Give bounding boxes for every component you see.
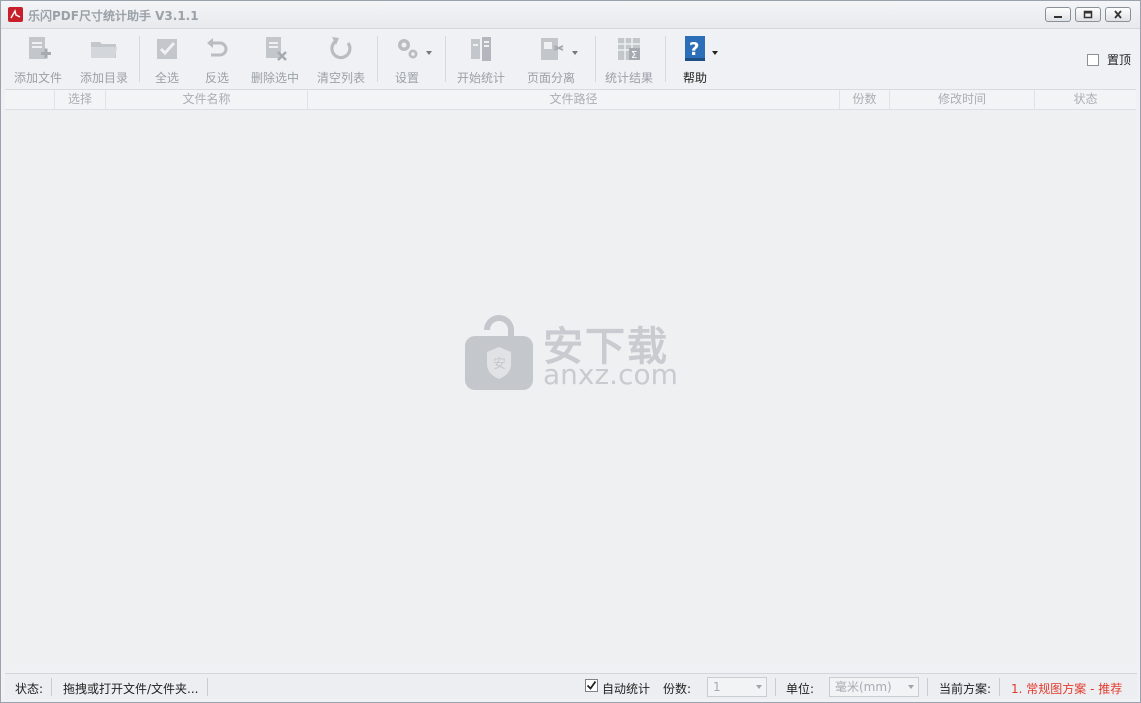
column-header-filename[interactable]: 文件名称 [106, 90, 308, 110]
auto-stats-checkbox[interactable] [585, 679, 598, 692]
minimize-button[interactable] [1045, 7, 1071, 22]
start-stats-icon [464, 32, 498, 66]
window-title: 乐闪PDF尺寸统计助手 V3.1.1 [28, 9, 199, 23]
topmost-label: 置顶 [1107, 53, 1132, 67]
column-header-copies[interactable]: 份数 [840, 90, 890, 110]
close-button[interactable] [1105, 7, 1131, 22]
maximize-icon [1083, 10, 1093, 19]
toolbar-separator [665, 36, 666, 82]
add-folder-button[interactable]: 添加目录 [75, 32, 133, 86]
invert-selection-icon [200, 32, 234, 66]
toolbar-separator [377, 36, 378, 82]
topmost-toggle[interactable]: 置顶 [1087, 51, 1131, 68]
scheme-label: 当前方案: [939, 682, 992, 696]
topmost-checkbox[interactable] [1087, 53, 1099, 66]
copies-value: 1 [713, 680, 721, 694]
stats-result-icon: Σ [612, 32, 646, 66]
status-separator [207, 678, 208, 696]
delete-selected-button[interactable]: 删除选中 [247, 32, 303, 86]
status-separator [51, 678, 52, 696]
chevron-down-icon [712, 51, 718, 55]
row-indicator-header [5, 90, 55, 110]
select-all-icon [150, 32, 184, 66]
column-header-modified-time[interactable]: 修改时间 [890, 90, 1035, 110]
chevron-down-icon [572, 51, 578, 55]
scheme-value-link[interactable]: 1. 常规图方案 - 推荐 [1011, 680, 1122, 697]
page-split-icon [534, 32, 578, 66]
clear-list-button[interactable]: 清空列表 [313, 32, 369, 86]
help-icon: ? [678, 32, 718, 66]
watermark-subtext: anxz.com [543, 358, 678, 391]
minimize-icon [1054, 15, 1062, 18]
status-label: 状态: [15, 682, 44, 696]
settings-button[interactable]: 设置 [387, 32, 432, 86]
chevron-down-icon [426, 51, 432, 55]
chevron-down-icon [908, 685, 914, 689]
page-split-button[interactable]: 页面分离 [517, 32, 585, 86]
copies-select[interactable]: 1 [707, 677, 767, 697]
settings-icon [390, 32, 432, 66]
checkmark-icon [586, 680, 597, 690]
column-header-status[interactable]: 状态 [1035, 90, 1136, 110]
status-separator [999, 678, 1000, 696]
status-separator [775, 678, 776, 696]
invert-selection-button[interactable]: 反选 [197, 32, 237, 86]
watermark-bag-icon: 安 [465, 315, 533, 390]
title-bar: 乐闪PDF尺寸统计助手 V3.1.1 [1, 1, 1140, 29]
auto-stats-label[interactable]: 自动统计 [602, 680, 650, 697]
add-folder-icon [87, 32, 121, 66]
status-separator [927, 678, 928, 696]
maximize-button[interactable] [1075, 7, 1101, 22]
toolbar-separator [445, 36, 446, 82]
close-icon [1114, 10, 1122, 19]
unit-select[interactable]: 毫米(mm) [829, 677, 919, 697]
column-header-filepath[interactable]: 文件路径 [308, 90, 840, 110]
add-file-button[interactable]: 添加文件 [9, 32, 67, 86]
chevron-down-icon [756, 685, 762, 689]
toolbar-separator [595, 36, 596, 82]
app-window: 乐闪PDF尺寸统计助手 V3.1.1 添加文件 添加目录 全选 反选 删除选中 … [0, 0, 1141, 703]
status-bar: 状态: 拖拽或打开文件/文件夹... 自动统计 份数: 1 单位: 毫米(mm)… [5, 673, 1137, 699]
unit-label: 单位: [786, 682, 815, 696]
app-logo-icon [8, 7, 23, 22]
grid-header: 选择 文件名称 文件路径 份数 修改时间 状态 [5, 90, 1136, 110]
toolbar-separator [139, 36, 140, 82]
status-text: 拖拽或打开文件/文件夹... [63, 682, 199, 696]
delete-selected-icon [258, 32, 292, 66]
svg-text:安: 安 [493, 357, 506, 372]
copies-label: 份数: [663, 682, 692, 696]
clear-list-icon [324, 32, 358, 66]
watermark: 安 安下载 anxz.com [463, 312, 693, 392]
svg-text:Σ: Σ [631, 50, 637, 61]
svg-text:?: ? [689, 39, 699, 60]
add-file-icon [21, 32, 55, 66]
help-button[interactable]: ? 帮助 [675, 32, 718, 86]
select-all-button[interactable]: 全选 [147, 32, 187, 86]
start-stats-button[interactable]: 开始统计 [453, 32, 509, 86]
column-header-select[interactable]: 选择 [55, 90, 106, 110]
file-list-grid[interactable]: 选择 文件名称 文件路径 份数 修改时间 状态 安 安下载 anxz.com [5, 89, 1136, 671]
stats-result-button[interactable]: Σ 统计结果 [601, 32, 657, 86]
unit-value: 毫米(mm) [835, 680, 892, 694]
toolbar: 添加文件 添加目录 全选 反选 删除选中 清空列表 设置 开始统计 页面分离 Σ… [5, 30, 1137, 88]
